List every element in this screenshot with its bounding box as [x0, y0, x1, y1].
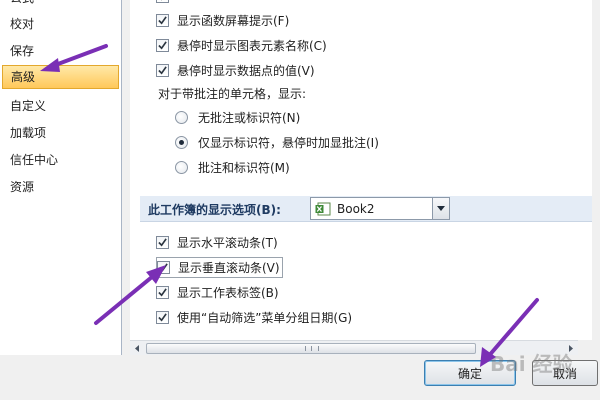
nav-item-advanced[interactable]: 高级: [2, 65, 119, 89]
checkbox-sheet-tabs[interactable]: [156, 285, 169, 299]
checkbox[interactable]: [156, 0, 169, 3]
radio-label: 批注和标识符(M): [198, 160, 290, 175]
workbook-display-section-header: 此工作簿的显示选项(B): Book2: [140, 196, 592, 222]
cancel-button[interactable]: 取消: [532, 360, 598, 386]
nav-item-formulas[interactable]: 公式: [2, 0, 119, 10]
option-show-horizontal-scrollbar[interactable]: 显示水平滚动条(T): [156, 232, 278, 252]
radio-no-comments[interactable]: 无批注或标识符(N): [175, 107, 300, 127]
scrollbar-thumb[interactable]: [146, 343, 476, 354]
workbook-select-value: Book2: [337, 201, 375, 216]
nav-item-proofing[interactable]: 校对: [2, 12, 119, 36]
radio-indicators-only[interactable]: 仅显示标识符，悬停时加显批注(I): [175, 132, 379, 152]
comments-heading: 对于带批注的单元格，显示:: [158, 87, 307, 101]
radio-comments-and-indicators[interactable]: 批注和标识符(M): [175, 157, 290, 177]
option-label: 悬停时显示数据点的值(V): [177, 63, 315, 78]
radio-label: 仅显示标识符，悬停时加显批注(I): [198, 135, 379, 150]
ok-button[interactable]: 确定: [424, 360, 516, 386]
nav-item-addins[interactable]: 加载项: [2, 121, 119, 145]
checkbox-show-formula-screentips[interactable]: [156, 13, 169, 27]
checkbox-chart-element-names[interactable]: [156, 38, 169, 52]
horizontal-scrollbar[interactable]: [130, 340, 578, 355]
option-show-formula-screentips[interactable]: 显示函数屏幕提示(F): [156, 10, 289, 30]
cancel-button-label: 取消: [552, 366, 577, 381]
nav-item-save[interactable]: 保存: [2, 39, 119, 63]
workbook-select[interactable]: Book2: [310, 197, 450, 220]
option-chart-element-names[interactable]: 悬停时显示图表元素名称(C): [156, 35, 327, 55]
option-label: 显示水平滚动条(T): [177, 235, 278, 250]
option-label: 显示函数屏幕提示(F): [177, 13, 290, 28]
option-label: 显示垂直滚动条(V): [178, 261, 280, 275]
grip-icon: [305, 346, 319, 351]
option-label: 使用“自动筛选”菜单分组日期(G): [177, 310, 353, 325]
checkbox-horizontal-scrollbar[interactable]: [156, 235, 169, 249]
advanced-options-panel: 显示函数屏幕提示(F) 悬停时显示图表元素名称(C) 悬停时显示数据点的值(V)…: [130, 0, 592, 340]
option-data-point-values[interactable]: 悬停时显示数据点的值(V): [156, 60, 315, 80]
chevron-down-icon[interactable]: [432, 198, 449, 219]
options-category-list: 公式 校对 保存 高级 自定义 加载项 信任中心 资源: [0, 0, 122, 355]
radio-button[interactable]: [175, 110, 188, 124]
radio-button-selected[interactable]: [175, 135, 188, 149]
option-label: 悬停时显示图表元素名称(C): [177, 38, 327, 53]
scroll-left-icon[interactable]: [133, 344, 142, 353]
radio-label: 无批注或标识符(N): [198, 110, 301, 125]
option-group-dates-autofilter[interactable]: 使用“自动筛选”菜单分组日期(G): [156, 307, 352, 327]
checkbox-data-point-values[interactable]: [156, 63, 169, 77]
scroll-right-icon[interactable]: [566, 344, 575, 353]
nav-item-trust-center[interactable]: 信任中心: [2, 148, 119, 172]
option-show-vertical-scrollbar[interactable]: 显示垂直滚动条(V): [156, 257, 283, 278]
ok-button-label: 确定: [457, 366, 482, 381]
nav-item-customize[interactable]: 自定义: [2, 94, 119, 118]
nav-item-resources[interactable]: 资源: [2, 175, 119, 199]
radio-button[interactable]: [175, 160, 188, 174]
hidden-top-option[interactable]: [156, 0, 177, 6]
section-title: 此工作簿的显示选项(B):: [148, 203, 281, 217]
excel-workbook-icon: [315, 202, 331, 216]
checkbox-vertical-scrollbar[interactable]: [157, 261, 170, 274]
option-label: 显示工作表标签(B): [177, 285, 279, 300]
option-show-sheet-tabs[interactable]: 显示工作表标签(B): [156, 282, 279, 302]
checkbox-group-dates[interactable]: [156, 310, 169, 324]
